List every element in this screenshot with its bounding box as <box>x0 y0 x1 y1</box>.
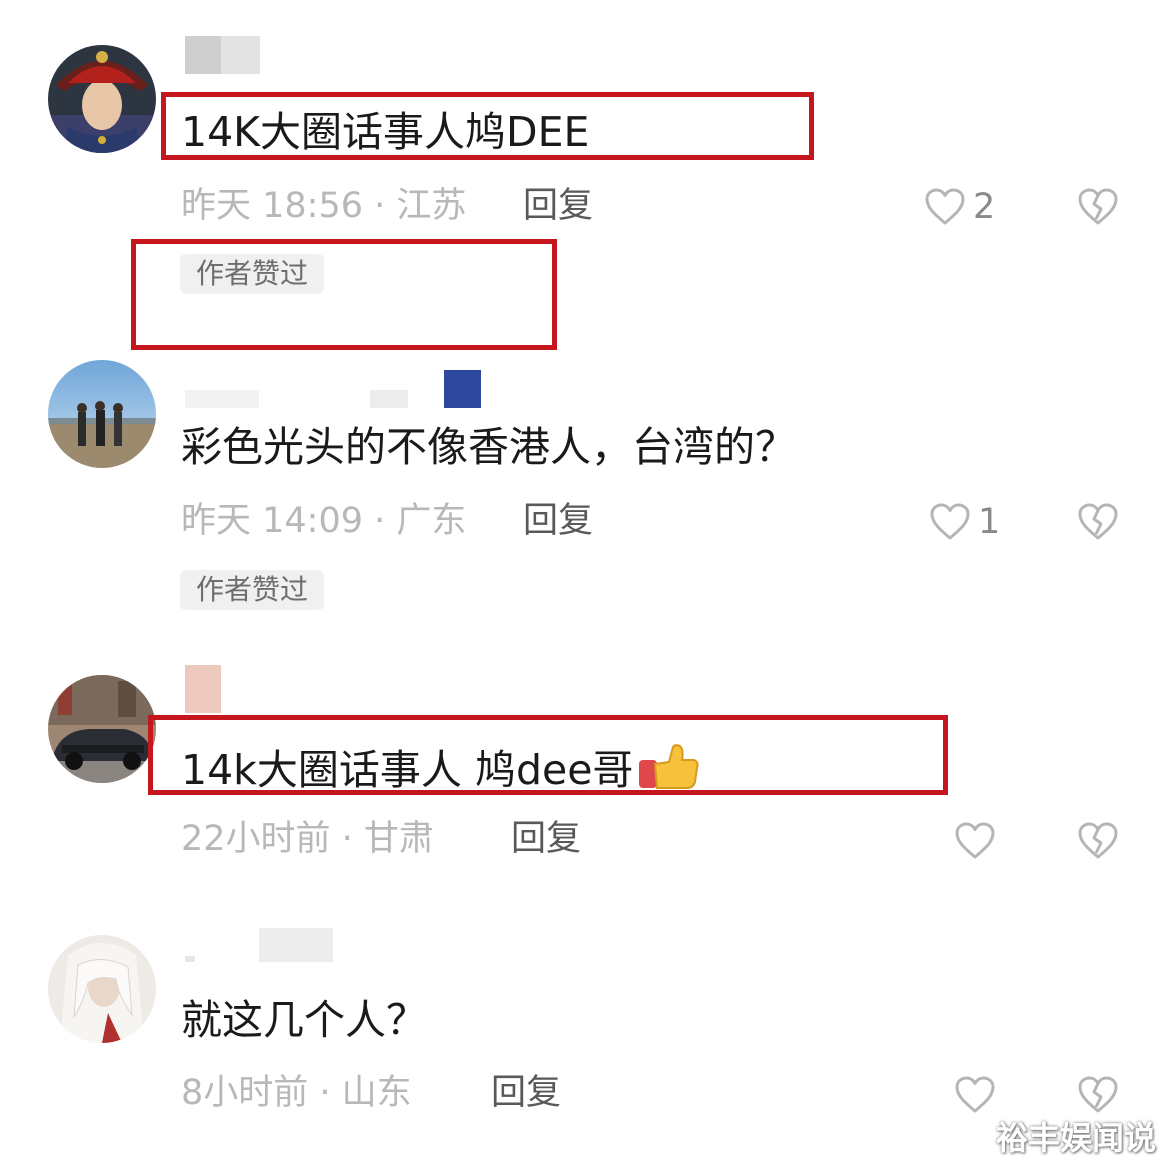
broken-heart-icon <box>1078 188 1118 225</box>
reply-button[interactable]: 回复 <box>523 504 593 539</box>
comment-text: 就这几个人？ <box>181 996 427 1044</box>
username-blurred[interactable] <box>185 370 485 410</box>
comment-item: 14K大圈话事人鸠DEE 昨天 18:56 · 江苏 回复 2 作者赞过 <box>0 0 1170 350</box>
dislike-button[interactable] <box>1078 503 1118 545</box>
like-button[interactable] <box>955 1076 995 1114</box>
avatar[interactable] <box>48 360 156 468</box>
dislike-button[interactable] <box>1078 188 1118 230</box>
comment-item: 14k大圈话事人 鸠dee哥 22小时前 · 甘肃 回复 <box>0 660 1170 900</box>
like-count: 2 <box>973 186 996 227</box>
highlight-box <box>148 715 948 795</box>
dislike-button[interactable] <box>1078 1076 1118 1118</box>
comment-meta: 昨天 18:56 · 江苏 <box>181 186 467 226</box>
comment-item: 就这几个人？ 8小时前 · 山东 回复 <box>0 920 1170 1170</box>
reply-button[interactable]: 回复 <box>523 189 593 224</box>
heart-outline-icon <box>930 503 970 540</box>
broken-heart-icon <box>1078 503 1118 540</box>
like-count: 1 <box>978 501 1001 542</box>
author-liked-badge: 作者赞过 <box>180 570 325 610</box>
comment-meta: 昨天 14:09 · 广东 <box>181 501 467 541</box>
heart-outline-icon <box>925 188 965 225</box>
broken-heart-icon <box>1078 1076 1118 1113</box>
reply-button[interactable]: 回复 <box>491 1076 561 1111</box>
watermark: 裕丰娱闻说 <box>995 1119 1156 1157</box>
username-blurred[interactable] <box>185 928 345 972</box>
reply-button[interactable]: 回复 <box>511 822 581 857</box>
comment-meta: 22小时前 · 甘肃 <box>181 819 434 859</box>
comment-meta: 8小时前 · 山东 <box>181 1073 412 1113</box>
like-button[interactable]: 2 <box>925 188 995 226</box>
avatar[interactable] <box>48 45 156 153</box>
dislike-button[interactable] <box>1078 822 1118 864</box>
username-blurred[interactable] <box>185 665 225 715</box>
username-blurred[interactable] <box>185 36 260 74</box>
highlight-box <box>161 92 814 160</box>
comment-text: 彩色光头的不像香港人，台湾的？ <box>181 423 796 471</box>
like-button[interactable] <box>955 822 995 860</box>
heart-outline-icon <box>955 822 995 859</box>
like-button[interactable]: 1 <box>930 503 1000 541</box>
comment-item: 彩色光头的不像香港人，台湾的？ 昨天 14:09 · 广东 回复 1 作者赞过 <box>0 355 1170 625</box>
broken-heart-icon <box>1078 822 1118 859</box>
highlight-box <box>131 239 557 350</box>
avatar[interactable] <box>48 935 156 1043</box>
avatar[interactable] <box>48 675 156 783</box>
heart-outline-icon <box>955 1076 995 1113</box>
